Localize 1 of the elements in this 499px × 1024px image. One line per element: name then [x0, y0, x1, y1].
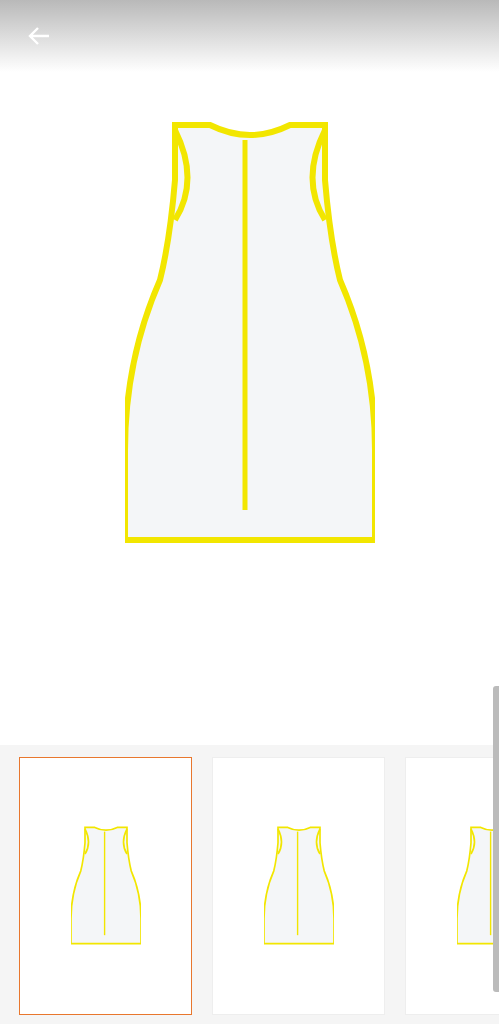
thumbnail[interactable]	[19, 757, 192, 1015]
